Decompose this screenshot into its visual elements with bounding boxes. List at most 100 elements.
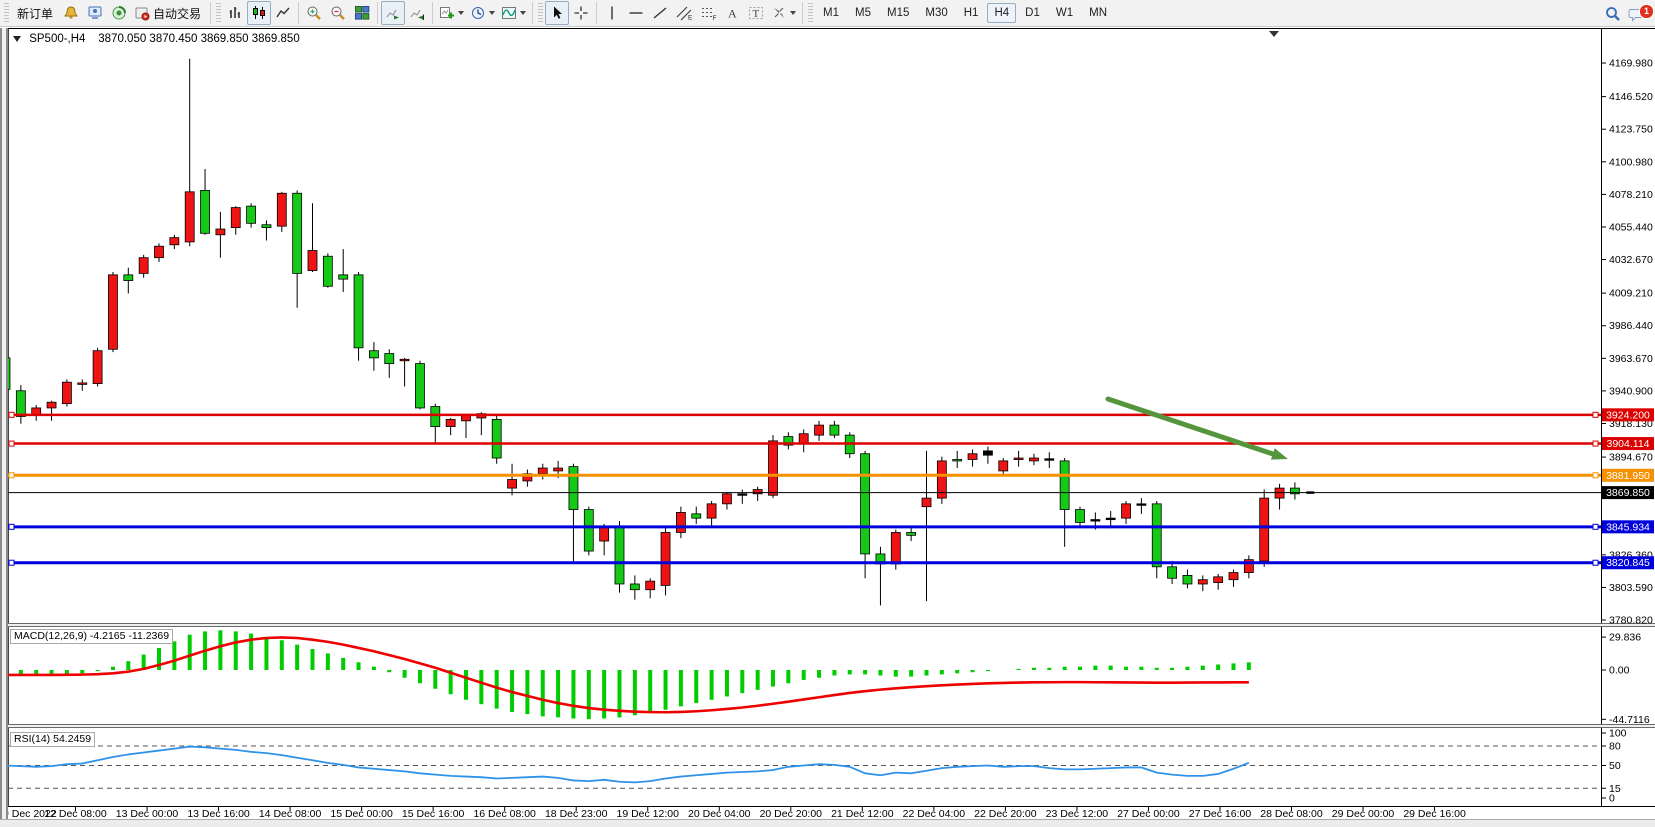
- mt4-terminal: 新订单 自动交易 E F A T M1M5M: [0, 0, 1655, 827]
- cursor-button[interactable]: [545, 1, 569, 25]
- crosshair-button[interactable]: [569, 1, 593, 25]
- fibonacci-button[interactable]: F: [696, 1, 720, 25]
- line-chart-icon: [275, 5, 291, 21]
- autotrading-icon: [134, 5, 150, 21]
- search-button[interactable]: [1601, 2, 1625, 26]
- period-button-M1[interactable]: M1: [816, 3, 846, 23]
- svg-text:4123.750: 4123.750: [1609, 124, 1653, 136]
- timeframes-button[interactable]: [467, 1, 498, 25]
- tile-windows-button[interactable]: [350, 1, 374, 25]
- period-button-H4[interactable]: H4: [987, 3, 1016, 23]
- svg-text:3963.670: 3963.670: [1609, 353, 1653, 365]
- rsi-indicator-label: RSI(14) 54.2459: [10, 732, 95, 747]
- svg-text:3940.900: 3940.900: [1609, 385, 1653, 397]
- svg-text:4032.670: 4032.670: [1609, 254, 1653, 266]
- toolbar-separator: [596, 2, 597, 24]
- market-watch-icon: [87, 5, 103, 21]
- status-strip: [0, 819, 1655, 827]
- svg-text:3924.200: 3924.200: [1606, 409, 1650, 421]
- notifications-button[interactable]: 1: [1625, 2, 1649, 26]
- chevron-down-icon: [790, 11, 796, 15]
- svg-text:3820.845: 3820.845: [1606, 557, 1650, 569]
- svg-text:3881.950: 3881.950: [1606, 470, 1650, 482]
- period-button-H1[interactable]: H1: [957, 3, 986, 23]
- zoom-out-icon: [330, 5, 346, 21]
- channel-button[interactable]: E: [672, 1, 696, 25]
- navigator-icon: [111, 5, 127, 21]
- period-button-D1[interactable]: D1: [1018, 3, 1047, 23]
- svg-text:E: E: [688, 15, 693, 22]
- svg-text:0: 0: [1609, 793, 1615, 805]
- chevron-down-icon: [458, 11, 464, 15]
- crosshair-icon: [573, 5, 589, 21]
- svg-text:4078.210: 4078.210: [1609, 189, 1653, 201]
- candlestick-chart-button[interactable]: [247, 1, 271, 25]
- svg-text:100: 100: [1609, 728, 1627, 740]
- svg-text:F: F: [712, 15, 716, 21]
- period-button-MN[interactable]: MN: [1082, 3, 1114, 23]
- fibonacci-icon: F: [700, 5, 717, 21]
- indicators-icon: [501, 5, 517, 21]
- auto-scroll-button[interactable]: [381, 1, 405, 25]
- period-button-W1[interactable]: W1: [1049, 3, 1080, 23]
- arrow-objects-button[interactable]: [768, 1, 799, 25]
- chart-ohlc-title: SP500-,H4 3870.050 3870.450 3869.850 386…: [13, 33, 300, 45]
- svg-text:3845.934: 3845.934: [1606, 521, 1650, 533]
- trendline-icon: [652, 5, 668, 21]
- horizontal-line-button[interactable]: [624, 1, 648, 25]
- svg-text:3780.820: 3780.820: [1609, 615, 1653, 627]
- toolbar-grip: [538, 3, 543, 23]
- svg-text:4009.210: 4009.210: [1609, 288, 1653, 300]
- macd-indicator-label: MACD(12,26,9) -4.2165 -11.2369: [10, 629, 173, 644]
- indicators-button[interactable]: [498, 1, 529, 25]
- period-button-M15[interactable]: M15: [880, 3, 916, 23]
- svg-text:3869.850: 3869.850: [1606, 487, 1650, 499]
- horizontal-line-icon: [628, 5, 644, 21]
- chart-menu-triangle-icon[interactable]: [13, 36, 21, 42]
- toolbar-separator: [532, 2, 533, 24]
- text-icon: A: [724, 5, 740, 21]
- toolbar-separator: [377, 2, 378, 24]
- chart-shift-icon: [409, 5, 425, 21]
- new-order-button[interactable]: 新订单: [11, 1, 59, 25]
- market-watch-button[interactable]: [83, 1, 107, 25]
- chevron-down-icon: [520, 11, 526, 15]
- line-chart-button[interactable]: [271, 1, 295, 25]
- bar-chart-button[interactable]: [223, 1, 247, 25]
- timeframe-switcher: M1M5M15M30H1H4D1W1MN: [815, 3, 1115, 23]
- arrows-icon: [771, 5, 787, 21]
- new-chart-icon: [439, 5, 455, 21]
- text-label-icon: T: [748, 5, 764, 21]
- svg-text:4100.980: 4100.980: [1609, 156, 1653, 168]
- ohlc-values: 3870.050 3870.450 3869.850 3869.850: [98, 33, 299, 45]
- period-button-M5[interactable]: M5: [848, 3, 878, 23]
- zoom-in-icon: [306, 5, 322, 21]
- autotrading-button[interactable]: 自动交易: [131, 1, 207, 25]
- svg-text:T: T: [753, 8, 760, 20]
- navigator-button[interactable]: [107, 1, 131, 25]
- svg-text:0.00: 0.00: [1609, 665, 1630, 677]
- text-label-button[interactable]: T: [744, 1, 768, 25]
- new-order-label: 新订单: [14, 5, 56, 22]
- toolbar-separator: [210, 2, 211, 24]
- symbol-timeframe-label: SP500-,H4: [29, 33, 85, 45]
- trendline-button[interactable]: [648, 1, 672, 25]
- svg-text:A: A: [728, 7, 737, 21]
- zoom-out-button[interactable]: [326, 1, 350, 25]
- tile-windows-icon: [354, 5, 370, 21]
- new-chart-button[interactable]: [436, 1, 467, 25]
- svg-text:80: 80: [1609, 741, 1621, 753]
- text-button[interactable]: A: [720, 1, 744, 25]
- chart-canvas[interactable]: 4169.9804146.5204123.7504100.9804078.210…: [0, 0, 1655, 827]
- main-toolbar: 新订单 自动交易 E F A T M1M5M: [0, 0, 1655, 27]
- svg-text:3986.440: 3986.440: [1609, 320, 1653, 332]
- zoom-in-button[interactable]: [302, 1, 326, 25]
- svg-text:-44.7116: -44.7116: [1609, 714, 1650, 726]
- vertical-line-button[interactable]: [600, 1, 624, 25]
- period-button-M30[interactable]: M30: [918, 3, 954, 23]
- chart-shift-button[interactable]: [405, 1, 429, 25]
- svg-text:29.836: 29.836: [1609, 632, 1641, 644]
- autotrading-label: 自动交易: [150, 5, 204, 22]
- alert-icon: [63, 5, 79, 21]
- alert-button[interactable]: [59, 1, 83, 25]
